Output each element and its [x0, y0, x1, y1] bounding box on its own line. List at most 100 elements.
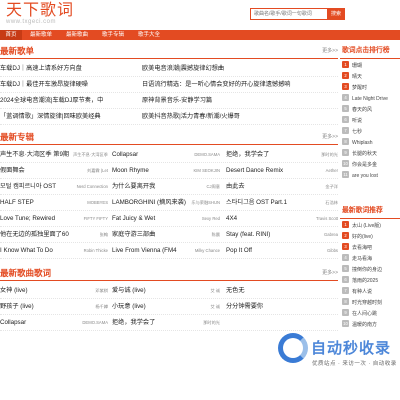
hot-lyric-item[interactable]: 3 梦醒时: [342, 83, 400, 93]
song-link[interactable]: 女神 (live) 邓紫棋: [0, 283, 108, 299]
section-title-latest: 最新歌曲歌词: [0, 268, 52, 278]
album-artist: Robin Thicke: [83, 248, 108, 253]
recommend-lyric-item[interactable]: 10 温暖的南方: [342, 320, 400, 330]
song-artist: DEMO.SAMA: [82, 320, 108, 325]
more-link-playlists[interactable]: 更多>>: [322, 44, 338, 58]
search-button[interactable]: 搜索: [327, 8, 345, 20]
search-input[interactable]: [251, 9, 323, 19]
album-link[interactable]: 모털 캠피르니아 OST Nerd Connection: [0, 179, 108, 195]
song-title: 分分钟需要你: [226, 303, 264, 310]
hot-lyric-item[interactable]: 2 晴天: [342, 72, 400, 82]
nav-playlists[interactable]: 最新歌单: [24, 30, 58, 40]
hot-lyric-title: are you lost: [352, 173, 378, 179]
nav-artists[interactable]: 歌手大全: [132, 30, 166, 40]
album-link[interactable]: 为什么要离开我 CJ周意: [112, 179, 220, 195]
song-link[interactable]: 拒绝，我学会了 那时的光: [112, 315, 220, 331]
rank-badge: 8: [342, 138, 349, 146]
recommend-lyric-item[interactable]: 3 去看海吧: [342, 243, 400, 253]
recommend-lyric-item[interactable]: 8 时光穿越时刻: [342, 298, 400, 308]
hot-lyric-title: Whiplash: [352, 140, 373, 146]
playlist-link[interactable]: 2024全球电音潮流|车载DJ厚节奏，中: [0, 93, 140, 109]
song-artist: 艾 诚: [210, 288, 220, 293]
logo-text: 天下歌词: [6, 0, 75, 19]
more-link-latest[interactable]: 更多>>: [322, 266, 338, 280]
playlist-link[interactable]: 车载DJ｜高速上请系好方向盘: [0, 61, 140, 77]
album-title: 家庭守游三部曲: [112, 231, 156, 238]
recommend-lyric-item[interactable]: 7 有种人说: [342, 287, 400, 297]
album-title: Stay (feat. RINI): [226, 231, 271, 238]
album-link[interactable]: Moon Rhyme KIM SEOKJIN: [112, 163, 220, 179]
album-link[interactable]: HALF STEP MOBBYES: [0, 195, 108, 211]
more-link-albums[interactable]: 更多>>: [322, 130, 338, 144]
album-link[interactable]: Love Tune; Rewired FIFTY FIFTY: [0, 211, 108, 227]
hot-lyric-item[interactable]: 6 听说: [342, 116, 400, 126]
song-link[interactable]: 爱与诚 (live) 艾 诚: [112, 283, 220, 299]
album-link[interactable]: 假面舞会 刘嘉霖 (Let: [0, 163, 108, 179]
watermark-subtitle: 优质站点 · 来访一次 · 自动收录: [312, 361, 397, 367]
hot-lyric-item[interactable]: 10 你会是多金: [342, 160, 400, 170]
album-title: 假面舞会: [0, 167, 25, 174]
song-link[interactable]: Collapsar DEMO.SAMA: [0, 315, 108, 331]
album-link[interactable]: Pop It Off Gibbs: [226, 243, 338, 259]
album-link[interactable]: Collapsar DEMO.SAMA: [112, 147, 220, 163]
hot-lyric-item[interactable]: 4 Late Night Drive: [342, 94, 400, 104]
song-title: 拒绝，我学会了: [112, 319, 156, 326]
song-artist: 那时的光: [203, 320, 220, 325]
album-artist: 金子洋: [325, 184, 338, 189]
rank-badge: 5: [342, 105, 349, 113]
album-link[interactable]: Stay (feat. RINI) Gabrea: [226, 227, 338, 243]
album-link[interactable]: Fat Juicy & Wet Sexy Red: [112, 211, 220, 227]
album-link[interactable]: 拒绝，我学会了 那时的光: [226, 147, 338, 163]
album-title: LAMBORGHINI (摘风来袭): [112, 199, 186, 206]
recommend-lyric-item[interactable]: 9 在人间心跳: [342, 309, 400, 319]
recommend-lyric-item[interactable]: 2 好的(live): [342, 232, 400, 242]
song-link[interactable]: 野孩子 (live) 杨千嬅: [0, 299, 108, 315]
album-artist: 声生不息·大湾区季: [73, 152, 108, 157]
hot-lyric-item[interactable]: 9 长腿的秋天: [342, 149, 400, 159]
album-link[interactable]: Live From Vienna (FM4 Milky Chance: [112, 243, 220, 259]
playlist-link[interactable]: 原神背景音乐-安静学习篇: [142, 93, 338, 109]
recommend-lyric-item[interactable]: 1 太山 (Live版): [342, 221, 400, 231]
album-link[interactable]: 由此去 金子洋: [226, 179, 338, 195]
album-row: 모털 캠피르니아 OST Nerd Connection 为什么要离开我 CJ周意 …: [0, 179, 338, 195]
recommend-lyric-title: 落雨的2025: [352, 278, 379, 284]
playlist-link[interactable]: 日语流行精选：是一听心情会变好的开心旋律遗憾撼响: [142, 77, 338, 93]
nav-albums[interactable]: 歌手专辑: [96, 30, 130, 40]
hot-lyric-title: 晴天: [352, 74, 363, 80]
section-divider: [0, 58, 338, 59]
album-artist: Aether: [325, 168, 338, 173]
hot-lyric-item[interactable]: 5 春天的风: [342, 105, 400, 115]
hot-lyric-title: 听说: [352, 118, 363, 124]
main-nav: 首页 最新歌单 最新歌曲 歌手专辑 歌手大全: [0, 30, 400, 40]
song-link[interactable]: 无色无: [226, 283, 276, 299]
album-link[interactable]: 스타디그음 OST Part.1 石浩林: [226, 195, 338, 211]
album-link[interactable]: 家庭守游三部曲 陈晨: [112, 227, 220, 243]
hot-lyric-item[interactable]: 11 are you lost: [342, 171, 400, 181]
playlist-link[interactable]: 「蓝调情歌」深情旋律|回味欧美经典: [0, 109, 140, 125]
recommend-lyric-item[interactable]: 4 走马看海: [342, 254, 400, 264]
site-logo[interactable]: 天下歌词 www.txgeci.com: [6, 0, 75, 26]
hot-lyric-item[interactable]: 1 珊瑚: [342, 61, 400, 71]
song-title: 小玩意 (live): [112, 303, 146, 310]
album-artist: 石浩林: [325, 200, 338, 205]
album-link[interactable]: LAMBORGHINI (摘风来袭) 乐与荣融SHUN: [112, 195, 220, 211]
rank-badge: 2: [342, 232, 349, 240]
album-link[interactable]: 他在无边的孤独里面了60 张翰: [0, 227, 108, 243]
playlist-link[interactable]: 欧美电音浪潮|震撼旋律幻想曲: [142, 61, 338, 77]
playlist-link[interactable]: 欧美抖音热歌|活力青春/新潮/火爆哥: [142, 109, 338, 125]
recommend-lyric-item[interactable]: 5 撞倒你的身边: [342, 265, 400, 275]
song-link[interactable]: 小玩意 (live) 艾 诚: [112, 299, 220, 315]
album-link[interactable]: I Know What To Do Robin Thicke: [0, 243, 108, 259]
nav-new-songs[interactable]: 最新歌曲: [60, 30, 94, 40]
nav-home[interactable]: 首页: [0, 30, 22, 40]
album-title: Pop It Off: [226, 247, 253, 254]
song-link[interactable]: 分分钟需要你: [226, 299, 276, 315]
album-link[interactable]: Desert Dance Remix Aether: [226, 163, 338, 179]
hot-lyric-item[interactable]: 8 Whiplash: [342, 138, 400, 148]
playlist-link[interactable]: 车载DJ｜最佳开车激昂旋律硬噪: [0, 77, 140, 93]
album-link[interactable]: 4X4 Travis Scott: [226, 211, 338, 227]
album-artist: 乐与荣融SHUN: [191, 200, 220, 205]
album-link[interactable]: 声生不息·大湾区季 第9期 声生不息·大湾区季: [0, 147, 108, 163]
recommend-lyric-item[interactable]: 6 落雨的2025: [342, 276, 400, 286]
hot-lyric-item[interactable]: 7 七秒: [342, 127, 400, 137]
